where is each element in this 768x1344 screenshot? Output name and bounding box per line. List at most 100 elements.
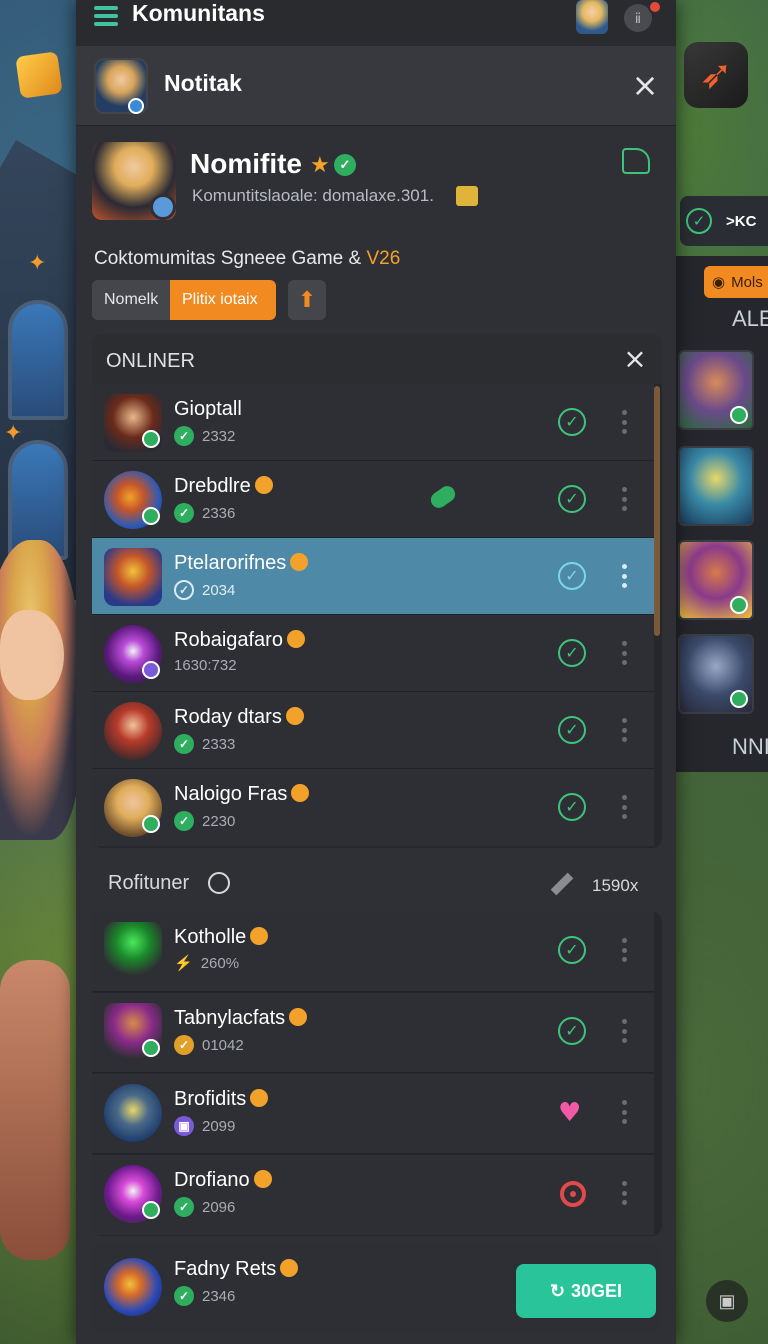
arrow-app-icon[interactable]: ➶ [684,42,748,108]
list-item-selected[interactable]: Ptelarorifnes ✓ 2034 ✓ [92,538,654,615]
target-icon[interactable] [560,1181,586,1207]
scrollbar[interactable] [654,386,660,636]
more-vertical-icon[interactable] [622,641,628,665]
spark-icon: ✦ [4,420,23,445]
list-item[interactable]: Brofidits ▣ 2099 ♥ [92,1074,654,1154]
check-icon[interactable]: ✓ [558,716,586,744]
hamburger-icon[interactable] [94,6,118,26]
thumbnail[interactable] [678,446,754,526]
row-value: 2034 [202,581,236,599]
fire-icon: ⚡ [174,955,193,972]
check-icon[interactable]: ✓ [558,936,586,964]
coin-icon: ✓ [174,1035,194,1055]
list-item[interactable]: Naloigo Fras ✓ 2230 ✓ [92,769,654,846]
list-item[interactable]: Robaigafaro 1630:732 ✓ [92,615,654,692]
emoji-icon [285,707,304,725]
list-item[interactable]: Kotholle ⚡ 260% ✓ [92,912,654,992]
action-button[interactable]: ↻ 30GEI [516,1264,656,1318]
right-label-top: ALE [732,306,768,331]
check-icon[interactable]: ✓ [558,793,586,821]
heart-icon[interactable]: ♥ [558,1098,581,1128]
avatar [104,1258,162,1316]
thumbnail[interactable] [678,540,754,620]
more-vertical-icon[interactable] [622,938,628,962]
more-vertical-icon[interactable] [622,1100,628,1124]
pill-active[interactable]: Plitix iotaix [170,280,276,320]
verified-check-icon: ✓ [174,1197,194,1217]
check-icon[interactable]: ✓ [558,562,586,590]
check-icon[interactable]: ✓ [558,639,586,667]
row-value: 2230 [202,812,236,830]
thumbnail[interactable] [678,350,754,430]
check-icon[interactable]: ✓ [558,408,586,436]
check-icon[interactable]: ✓ [558,1017,586,1045]
online-list: ONLINER × Gioptall ✓ 2332 ✓ Drebdlre ✓ 233… [92,334,662,848]
online-title: ONLINER [106,350,195,372]
emoji-icon [289,1008,308,1026]
favorites-title: Rofituner [108,872,190,894]
more-vertical-icon[interactable] [622,564,628,588]
emoji-icon [290,553,309,571]
verified-badge [730,406,748,424]
filter-pills: Nomelk Plitix iotaix [92,280,276,320]
verified-badge [730,596,748,614]
row-value: 01042 [202,1036,244,1054]
shield-icon[interactable]: ⬆ [288,280,326,320]
share-icon[interactable] [622,148,650,174]
row-name-text: Drebdlre [174,475,251,497]
user-avatar[interactable] [576,0,608,34]
close-icon[interactable]: × [620,344,650,374]
more-vertical-icon[interactable] [622,1019,628,1043]
verified-check-icon: ✓ [174,503,194,523]
clock-icon[interactable] [208,872,230,894]
background-hero-face [0,610,64,700]
row-name: Ptelarorifnes [174,552,309,575]
list-item[interactable]: Roday dtars ✓ 2333 ✓ [92,692,654,769]
right-tab-label: >KC [726,212,757,230]
more-vertical-icon[interactable] [622,487,628,511]
verified-badge [142,815,160,833]
row-value: 2333 [202,735,236,753]
list-item[interactable]: Gioptall ✓ 2332 ✓ [92,384,654,461]
row-name-text: Naloigo Fras [174,783,288,805]
list-item[interactable]: Drebdlre ✓ 2336 ✓ [92,461,654,538]
close-icon[interactable]: × [630,69,660,101]
check-icon: ✓ [686,208,712,234]
row-sub: ⚡ 260% [174,954,240,973]
right-tab[interactable]: ✓ >KC [680,196,768,246]
more-vertical-icon[interactable] [622,718,628,742]
more-vertical-icon[interactable] [622,410,628,434]
row-name: Kotholle [174,926,269,949]
bottom-item[interactable]: Fadny Rets ✓ 2346 ↻ 30GEI [92,1242,662,1332]
lock-icon[interactable]: ▣ [706,1280,748,1322]
row-name-text: Fadny Rets [174,1258,277,1280]
emoji-icon [291,784,310,802]
thumbnail[interactable] [678,634,754,714]
pen-icon[interactable] [550,872,574,896]
star-icon: ★ [310,152,330,177]
notification-badge [648,0,662,14]
row-value: 260% [200,954,240,972]
row-value: 2346 [202,1287,236,1305]
row-sub: ✓ 2336 [174,503,235,523]
row-name: Tabnylacfats [174,1007,308,1030]
emoji-icon [250,927,269,945]
notification-header: Notitak × [76,46,676,126]
mods-button[interactable]: ◉ Mols [704,266,768,298]
verified-badge [142,430,160,448]
list-item[interactable]: Drofiano ✓ 2096 [92,1155,654,1235]
row-name: Gioptall [174,398,242,420]
search-icon: ◉ [712,274,726,291]
row-value: 1630:732 [174,657,237,674]
pill-normal[interactable]: Nomelk [92,280,170,320]
avatar [104,702,162,760]
more-vertical-icon[interactable] [622,795,628,819]
list-item[interactable]: Tabnylacfats ✓ 01042 ✓ [92,993,654,1073]
emoji-icon [254,476,273,494]
favorites-list: Kotholle ⚡ 260% ✓ Tabnylacfats ✓ 01042 ✓ B… [92,912,662,1236]
more-vertical-icon[interactable] [622,1181,628,1205]
check-icon[interactable]: ✓ [558,485,586,513]
avatar [104,548,162,606]
row-name: Fadny Rets [174,1258,299,1281]
edit-icon[interactable] [456,186,478,206]
